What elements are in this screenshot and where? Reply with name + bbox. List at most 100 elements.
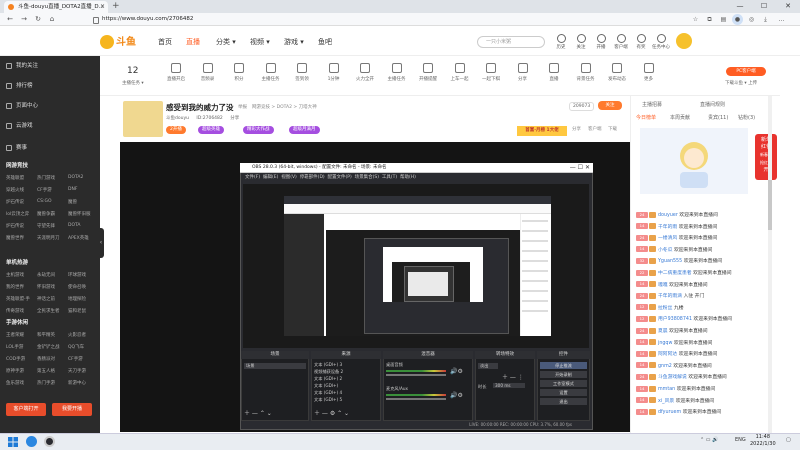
reload-icon[interactable]: ↻: [32, 13, 44, 26]
home-icon[interactable]: ⌂: [46, 13, 58, 26]
sidebar-game-link[interactable]: 天刀手游: [68, 368, 86, 374]
sidebar-game-link[interactable]: 英雄联盟: [6, 175, 24, 181]
obs-source-item[interactable]: 文本 (GDI+) 5: [314, 397, 378, 403]
streamer-name[interactable]: 斗鱼douyu: [166, 116, 189, 121]
chat-nickname[interactable]: 一缕清风: [658, 236, 677, 241]
sidebar-collapse-handle[interactable]: ‹: [98, 228, 104, 258]
sidebar-game-link[interactable]: 猫和老鼠: [68, 308, 86, 314]
back-icon[interactable]: ←: [4, 13, 16, 26]
sidebar-game-link[interactable]: 原神手游: [6, 368, 24, 374]
notification-icon[interactable]: ▢: [786, 437, 791, 443]
sidebar-game-link[interactable]: CF手游: [68, 356, 83, 362]
sidebar-game-link[interactable]: 新游中心: [68, 380, 86, 386]
user-avatar[interactable]: [676, 33, 692, 49]
forward-icon[interactable]: →: [18, 13, 30, 26]
client-button[interactable]: 客户端: [588, 126, 602, 132]
transition-controls[interactable]: ＋ — ⋮: [502, 372, 524, 381]
language-indicator[interactable]: ENG: [735, 437, 746, 443]
chat-nickname[interactable]: jngqw: [658, 341, 672, 346]
sidebar-item-center[interactable]: 页面中心: [6, 101, 38, 109]
sync-icon[interactable]: ◎: [746, 14, 757, 25]
search-input[interactable]: 一只小米粥: [477, 36, 545, 48]
chat-nickname[interactable]: 拉粉丝: [658, 306, 672, 311]
rank-badge[interactable]: 首富·月榜 1大佬: [517, 126, 567, 136]
task-item[interactable]: 更多: [635, 63, 663, 82]
chat-nickname[interactable]: 斗鱼游戏解说: [658, 375, 687, 380]
badge-moon[interactable]: 超级月满月: [289, 126, 320, 134]
streamer-avatar[interactable]: [123, 101, 163, 137]
obs-menu-tools[interactable]: 工具(T): [382, 175, 397, 180]
chat-nickname[interactable]: dfyuruem: [658, 410, 681, 415]
sidebar-game-link[interactable]: 魔兽怀旧服: [68, 211, 91, 217]
header-history[interactable]: 历史: [552, 34, 570, 50]
duration-input[interactable]: 300 ms: [493, 383, 525, 388]
pc-client-sub[interactable]: 下载斗鱼 ▾ 上传: [725, 80, 757, 86]
obs-source-item[interactable]: 文本 (GDI+): [314, 383, 378, 389]
obs-menu-dock[interactable]: 停靠部件(D): [300, 175, 325, 180]
download-icon[interactable]: ⤓: [760, 14, 771, 25]
start-live-button[interactable]: 我要开播: [52, 403, 92, 416]
task-item[interactable]: 主播任务: [257, 63, 285, 82]
sidebar-game-link[interactable]: 香肠派对: [37, 356, 55, 362]
sidebar-game-link[interactable]: APEX英雄: [68, 235, 89, 241]
report-link[interactable]: 举报: [238, 104, 247, 110]
obs-menu-profile[interactable]: 配置文件(P): [328, 175, 352, 180]
obs-control-button[interactable]: 停止推流: [540, 362, 587, 369]
nav-fishbar[interactable]: 鱼吧: [318, 37, 332, 47]
task-item[interactable]: 1分钟: [320, 63, 348, 82]
task-item[interactable]: 直播开启: [162, 63, 190, 82]
task-item[interactable]: 发布动态: [603, 63, 631, 82]
room-rules[interactable]: 直播间规则: [700, 101, 725, 108]
anchor-recruit[interactable]: 主播招募: [642, 101, 662, 108]
tab-today-rank[interactable]: 今日榜单: [636, 114, 656, 121]
sidebar-game-link[interactable]: 魔兽争霸: [37, 211, 55, 217]
sidebar-game-link[interactable]: CF手游: [37, 187, 52, 193]
obs-scene-controls[interactable]: ＋ — ⌃ ⌄: [244, 408, 272, 417]
sidebar-game-link[interactable]: 金铲铲之战: [37, 344, 60, 350]
favorite-icon[interactable]: ☆: [690, 14, 701, 25]
close-window-button[interactable]: ✕: [776, 0, 800, 13]
sidebar-item-rank[interactable]: 排行榜: [6, 81, 33, 89]
task-item[interactable]: 上车一起: [446, 63, 474, 82]
task-item[interactable]: 一起下棋: [477, 63, 505, 82]
task-item[interactable]: 音频录: [194, 63, 222, 82]
tab-diamond[interactable]: 钻粉(3): [738, 114, 755, 121]
header-client[interactable]: 客户端: [612, 34, 630, 50]
chat-nickname[interactable]: 小冬瓜: [658, 248, 672, 253]
sidebar-game-link[interactable]: 永劫无间: [37, 272, 55, 278]
mixer-desktop-slider[interactable]: [386, 374, 446, 376]
sidebar-game-link[interactable]: 守望先锋: [37, 223, 55, 229]
chat-scroll-thumb[interactable]: [768, 180, 772, 230]
sidebar-game-link[interactable]: 我的世界: [6, 284, 24, 290]
tab-vip[interactable]: 贵宾(11): [708, 114, 728, 121]
windows-start-icon[interactable]: [8, 437, 19, 448]
task-item[interactable]: 主播任务: [383, 63, 411, 82]
sidebar-game-link[interactable]: 鱼乐游戏: [6, 380, 24, 386]
chat-nickname[interactable]: 千年的雨: [658, 225, 677, 230]
sidebar-game-link[interactable]: 环球游戏: [68, 272, 86, 278]
obs-source-item[interactable]: 文本 (GDI+) 4: [314, 390, 378, 396]
obs-source-controls[interactable]: ＋ — ⚙ ⌃ ⌄: [314, 408, 349, 417]
sidebar-game-link[interactable]: 穿越火线: [6, 187, 24, 193]
sidebar-game-link[interactable]: 王者荣耀: [6, 332, 24, 338]
task-item[interactable]: 签到领: [288, 63, 316, 82]
chat-nickname[interactable]: 中二病重度患者: [658, 271, 692, 276]
badge-battle[interactable]: 精彩大作战: [243, 126, 274, 134]
share-button[interactable]: 分享: [572, 126, 581, 132]
nav-home[interactable]: 首页: [158, 37, 172, 47]
task-item[interactable]: 积分: [225, 63, 253, 82]
sidebar-game-link[interactable]: 神话之前: [37, 296, 55, 302]
sidebar-game-link[interactable]: 主机游戏: [6, 272, 24, 278]
tab-week-contrib[interactable]: 本周贡献: [670, 114, 690, 121]
tray-icons[interactable]: ⌃ ▭ 🔊: [700, 437, 718, 443]
nav-category[interactable]: 分类 ▾: [216, 37, 236, 47]
sidebar-game-link[interactable]: 魔兽: [68, 199, 77, 205]
obs-scene-item[interactable]: 场景: [244, 363, 306, 369]
sidebar-game-link[interactable]: 地理探险: [68, 296, 86, 302]
task-item[interactable]: 直播: [540, 63, 568, 82]
sidebar-game-link[interactable]: CS:GO: [37, 199, 52, 204]
task-item[interactable]: 火力全开: [351, 63, 379, 82]
chat-nickname[interactable]: gnm2: [658, 364, 672, 369]
obs-taskbar-icon[interactable]: [44, 436, 55, 447]
sidebar-game-link[interactable]: 天涯明月刀: [37, 235, 60, 241]
